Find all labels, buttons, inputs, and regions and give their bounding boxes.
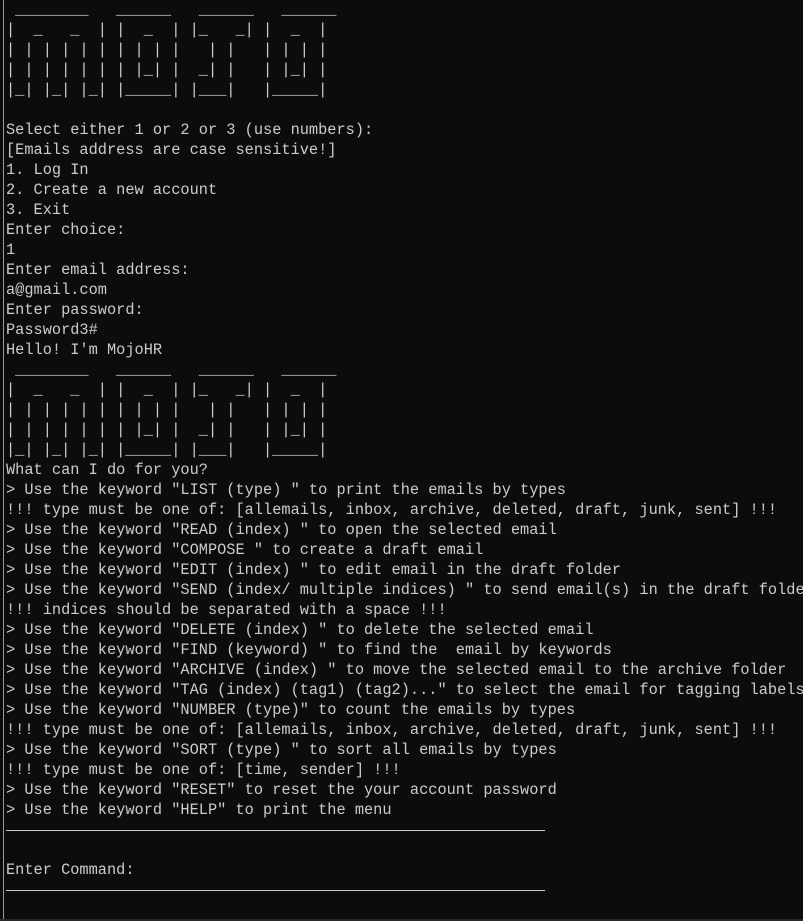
console-line: Select either 1 or 2 or 3 (use numbers):: [6, 121, 374, 139]
console-line: | _ _ | | _ | |_ _| | _ |: [6, 381, 328, 399]
window-left-border: [3, 0, 4, 921]
console-line: [Emails address are case sensitive!]: [6, 141, 337, 159]
console-line: Enter password:: [6, 301, 144, 319]
console-line: > Use the keyword "COMPOSE " to create a…: [6, 541, 484, 559]
console-line: |_| |_| |_| |_____| |___| |_____|: [6, 441, 328, 459]
console-line: a@gmail.com: [6, 281, 107, 299]
console-line: > Use the keyword "HELP" to print the me…: [6, 801, 392, 819]
console-line: 2. Create a new account: [6, 181, 218, 199]
console-line: > Use the keyword "TAG (index) (tag1) (t…: [6, 681, 803, 699]
console-line: | _ _ | | _ | |_ _| | _ |: [6, 21, 328, 39]
console-line: !!! type must be one of: [allemails, inb…: [6, 721, 778, 739]
console-line: ________ ______ ______ ______: [6, 1, 337, 19]
console-line: | | | | | | | |_| | _| | | |_| |: [6, 61, 328, 79]
console-line: > Use the keyword "SEND (index/ multiple…: [6, 581, 803, 599]
console-line: ________ ______ ______ ______: [6, 361, 337, 379]
separator-rule: [6, 820, 803, 840]
console-line: > Use the keyword "ARCHIVE (index) " to …: [6, 661, 787, 679]
console-line: Password3#: [6, 321, 98, 339]
console-line: | | | | | | | |_| | _| | | |_| |: [6, 421, 328, 439]
console-line: Hello! I'm MojoHR: [6, 341, 163, 359]
console-line: What can I do for you?: [6, 461, 208, 479]
console-line: > Use the keyword "READ (index) " to ope…: [6, 521, 557, 539]
console-line: !!! type must be one of: [time, sender] …: [6, 761, 401, 779]
console-line: > Use the keyword "DELETE (index) " to d…: [6, 621, 594, 639]
console-line: > Use the keyword "EDIT (index) " to edi…: [6, 561, 622, 579]
console-line: 3. Exit: [6, 201, 71, 219]
console-line: | | | | | | | | | | | | | | | |: [6, 41, 328, 59]
console-line: > Use the keyword "RESET" to reset the y…: [6, 781, 557, 799]
console-line: !!! type must be one of: [allemails, inb…: [6, 501, 778, 519]
console-line: | | | | | | | | | | | | | | | |: [6, 401, 328, 419]
console-output: ________ ______ ______ ______ | _ _ | | _…: [6, 0, 803, 921]
separator-rule: [6, 880, 803, 900]
console-line: !!! indices should be separated with a s…: [6, 601, 447, 619]
console-line: Enter choice:: [6, 221, 126, 239]
console-line: 1. Log In: [6, 161, 89, 179]
console-line: > Use the keyword "SORT (type) " to sort…: [6, 741, 557, 759]
console-line: Enter Command:: [6, 861, 135, 879]
console-line: Enter email address:: [6, 261, 190, 279]
console-line: 1: [6, 241, 16, 259]
console-window[interactable]: ________ ______ ______ ______ | _ _ | | _…: [0, 0, 803, 921]
console-line: > Use the keyword "FIND (keyword) " to f…: [6, 641, 612, 659]
console-line: > Use the keyword "NUMBER (type)" to cou…: [6, 701, 576, 719]
console-line: |_| |_| |_| |_____| |___| |_____|: [6, 81, 328, 99]
console-line: > Use the keyword "LIST (type) " to prin…: [6, 481, 566, 499]
